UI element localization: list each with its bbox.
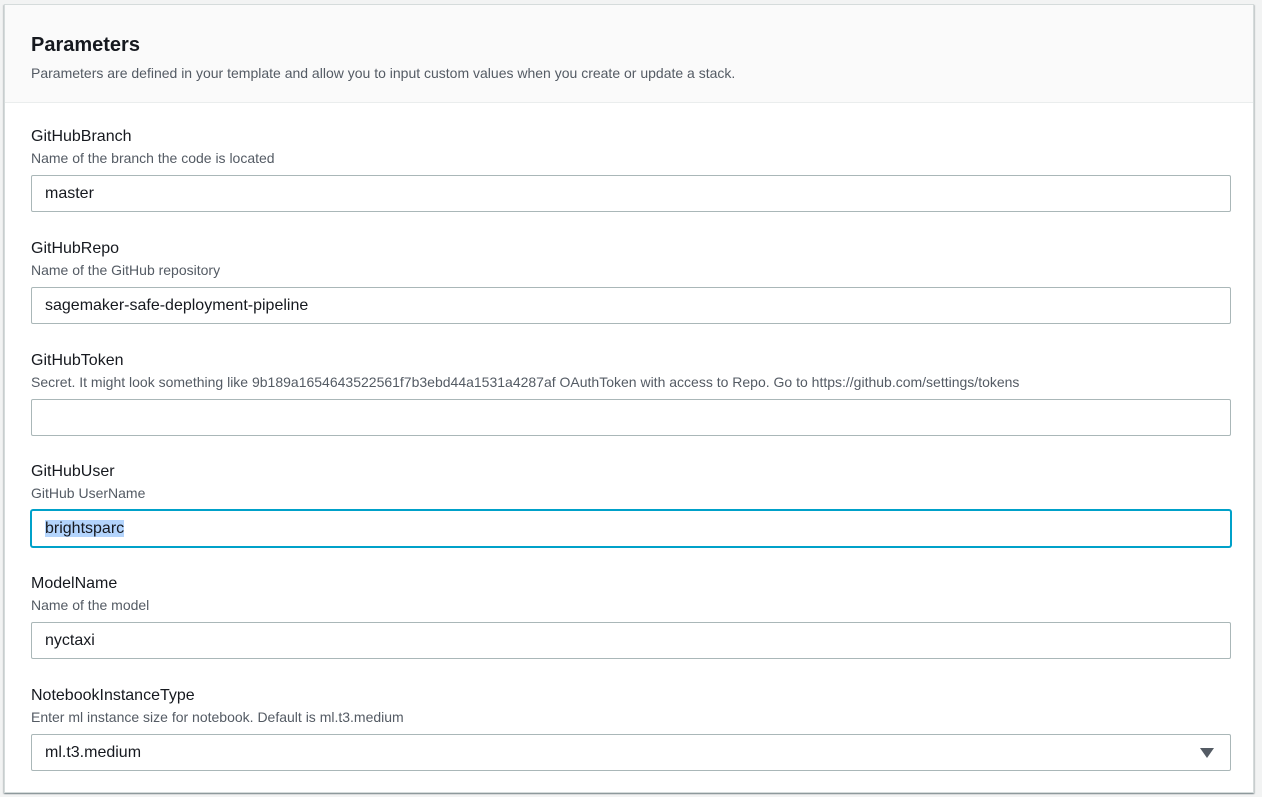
param-github-user: GitHubUser GitHub UserName brightsparc bbox=[31, 462, 1231, 547]
param-description: Name of the model bbox=[31, 597, 150, 613]
param-label: ModelName bbox=[31, 575, 118, 592]
input-value: master bbox=[45, 185, 94, 202]
input-value: nyctaxi bbox=[45, 632, 95, 649]
panel-title: Parameters bbox=[31, 34, 140, 56]
parameters-panel: Parameters Parameters are defined in you… bbox=[4, 4, 1254, 793]
param-label: NotebookInstanceType bbox=[31, 687, 195, 704]
github-token-input[interactable] bbox=[31, 399, 1231, 436]
param-github-token: GitHubToken Secret. It might look someth… bbox=[31, 351, 1231, 436]
param-description: Secret. It might look something like 9b1… bbox=[31, 374, 1020, 390]
panel-description: Parameters are defined in your template … bbox=[31, 65, 736, 81]
param-github-branch: GitHubBranch Name of the branch the code… bbox=[31, 127, 1231, 212]
param-notebook-instance-type: NotebookInstanceType Enter ml instance s… bbox=[31, 686, 1231, 771]
caret-down-icon[interactable] bbox=[1200, 748, 1214, 758]
param-description: Name of the GitHub repository bbox=[31, 262, 221, 278]
param-label: GitHubUser bbox=[31, 463, 115, 480]
param-github-repo: GitHubRepo Name of the GitHub repository… bbox=[31, 239, 1231, 324]
param-model-name: ModelName Name of the model nyctaxi bbox=[31, 574, 1231, 659]
github-repo-input[interactable]: sagemaker-safe-deployment-pipeline bbox=[31, 287, 1231, 324]
param-description: Name of the branch the code is located bbox=[31, 150, 275, 166]
param-label: GitHubToken bbox=[31, 352, 124, 369]
github-user-input[interactable]: brightsparc bbox=[31, 510, 1231, 547]
github-branch-input[interactable]: master bbox=[31, 175, 1231, 212]
param-description: GitHub UserName bbox=[31, 485, 146, 501]
input-value: brightsparc bbox=[45, 520, 125, 537]
select-value: ml.t3.medium bbox=[45, 744, 142, 761]
notebook-instance-type-select[interactable]: ml.t3.medium bbox=[31, 734, 1231, 771]
panel-header: Parameters Parameters are defined in you… bbox=[5, 5, 1253, 103]
param-description: Enter ml instance size for notebook. Def… bbox=[31, 709, 404, 725]
input-value: sagemaker-safe-deployment-pipeline bbox=[45, 297, 309, 314]
param-label: GitHubRepo bbox=[31, 240, 120, 257]
param-label: GitHubBranch bbox=[31, 128, 132, 145]
model-name-input[interactable]: nyctaxi bbox=[31, 622, 1231, 659]
